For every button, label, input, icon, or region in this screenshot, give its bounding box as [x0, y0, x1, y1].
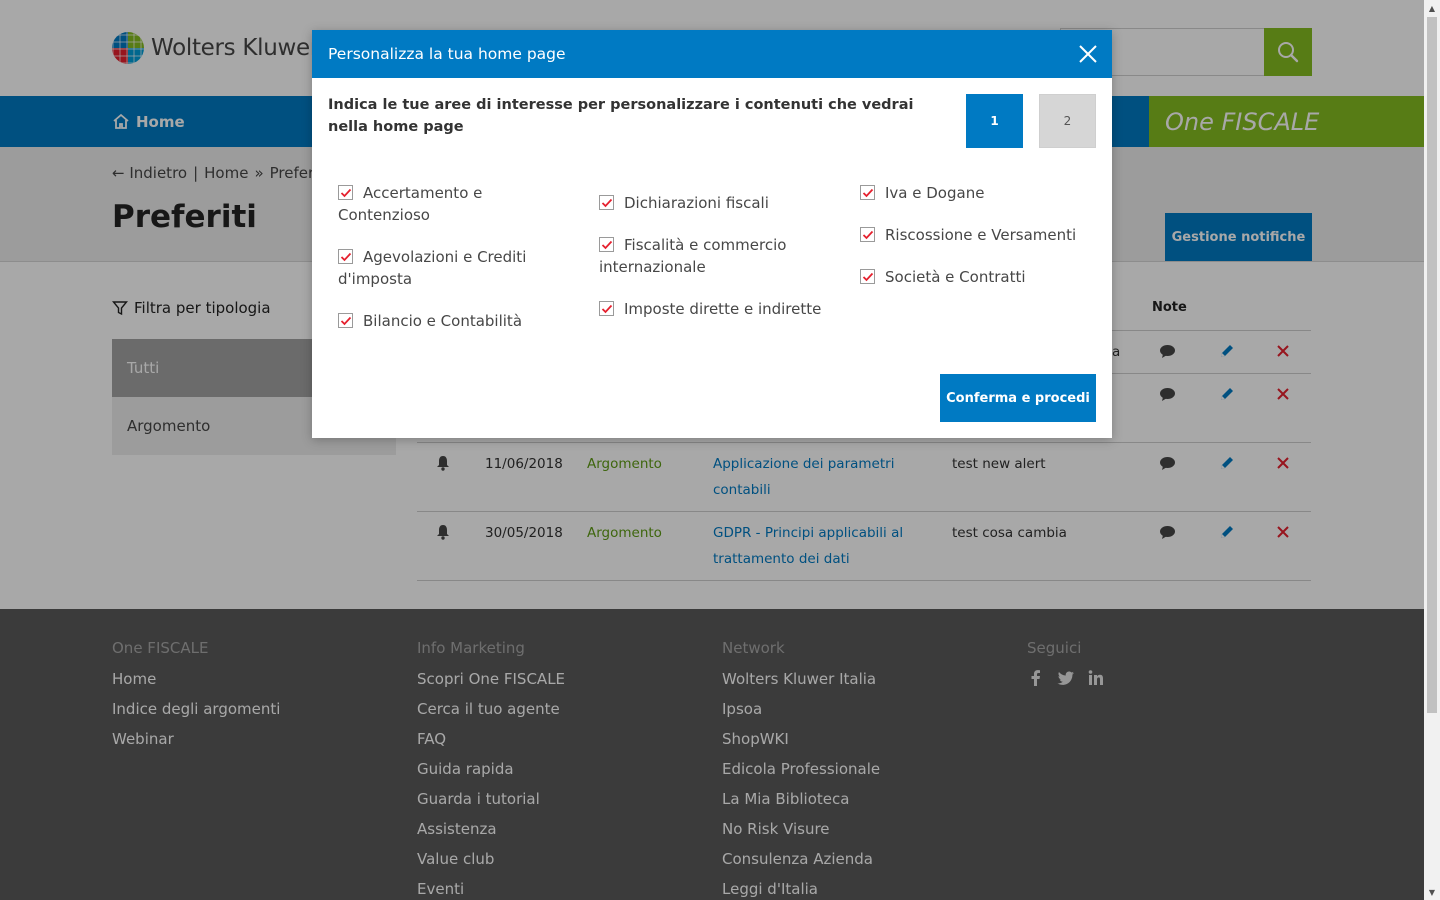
- checkbox-checked[interactable]: [860, 227, 875, 242]
- checkbox-checked[interactable]: [338, 313, 353, 328]
- checkbox-checked[interactable]: [599, 237, 614, 252]
- step-2-indicator[interactable]: 2: [1039, 94, 1096, 148]
- interest-option[interactable]: Bilancio e Contabilità: [338, 310, 568, 332]
- option-label: Dichiarazioni fiscali: [624, 194, 769, 212]
- option-label: Agevolazioni e Crediti d'imposta: [338, 248, 527, 288]
- interest-option[interactable]: Iva e Dogane: [860, 182, 1090, 204]
- page: Wolters Kluwer Home One FISCALE ← Indiet…: [0, 0, 1424, 900]
- confirm-button[interactable]: Conferma e procedi: [940, 374, 1096, 422]
- option-label: Imposte dirette e indirette: [624, 300, 822, 318]
- step-1-indicator[interactable]: 1: [966, 94, 1023, 148]
- check-icon: [340, 252, 352, 262]
- page-scrollbar[interactable]: ▲ ▼: [1424, 0, 1440, 900]
- interest-option[interactable]: Riscossione e Versamenti: [860, 224, 1090, 246]
- check-icon: [601, 240, 613, 250]
- option-label: Iva e Dogane: [885, 184, 985, 202]
- check-icon: [340, 316, 352, 326]
- checkbox-checked[interactable]: [599, 301, 614, 316]
- option-label: Accertamento e Contenzioso: [338, 184, 483, 224]
- scroll-down-arrow-icon[interactable]: ▼: [1424, 884, 1440, 900]
- dialog-header: Personalizza la tua home page: [312, 30, 1112, 78]
- checkbox-checked[interactable]: [860, 185, 875, 200]
- interest-option[interactable]: Dichiarazioni fiscali: [599, 192, 829, 214]
- option-label: Società e Contratti: [885, 268, 1026, 286]
- checkbox-checked[interactable]: [338, 185, 353, 200]
- option-label: Riscossione e Versamenti: [885, 226, 1077, 244]
- checkbox-checked[interactable]: [338, 249, 353, 264]
- interest-option[interactable]: Imposte dirette e indirette: [599, 298, 829, 320]
- dialog-instructions: Indica le tue aree di interesse per pers…: [328, 97, 914, 135]
- close-button[interactable]: [1076, 42, 1100, 66]
- option-label: Bilancio e Contabilità: [363, 312, 523, 330]
- check-icon: [340, 188, 352, 198]
- interest-option[interactable]: Fiscalità e commercio internazionale: [599, 234, 829, 278]
- check-icon: [862, 188, 874, 198]
- interest-option[interactable]: Agevolazioni e Crediti d'imposta: [338, 246, 568, 290]
- check-icon: [601, 304, 613, 314]
- interest-option[interactable]: Accertamento e Contenzioso: [338, 182, 568, 226]
- interest-option[interactable]: Società e Contratti: [860, 266, 1090, 288]
- check-icon: [601, 198, 613, 208]
- scroll-up-arrow-icon[interactable]: ▲: [1424, 0, 1440, 16]
- check-icon: [862, 230, 874, 240]
- check-icon: [862, 272, 874, 282]
- personalize-dialog: Personalizza la tua home page Indica le …: [312, 30, 1112, 438]
- checkbox-checked[interactable]: [860, 269, 875, 284]
- option-label: Fiscalità e commercio internazionale: [599, 236, 787, 276]
- close-icon: [1079, 45, 1097, 63]
- checkbox-checked[interactable]: [599, 195, 614, 210]
- scrollbar-thumb[interactable]: [1427, 17, 1437, 713]
- dialog-title: Personalizza la tua home page: [328, 45, 566, 63]
